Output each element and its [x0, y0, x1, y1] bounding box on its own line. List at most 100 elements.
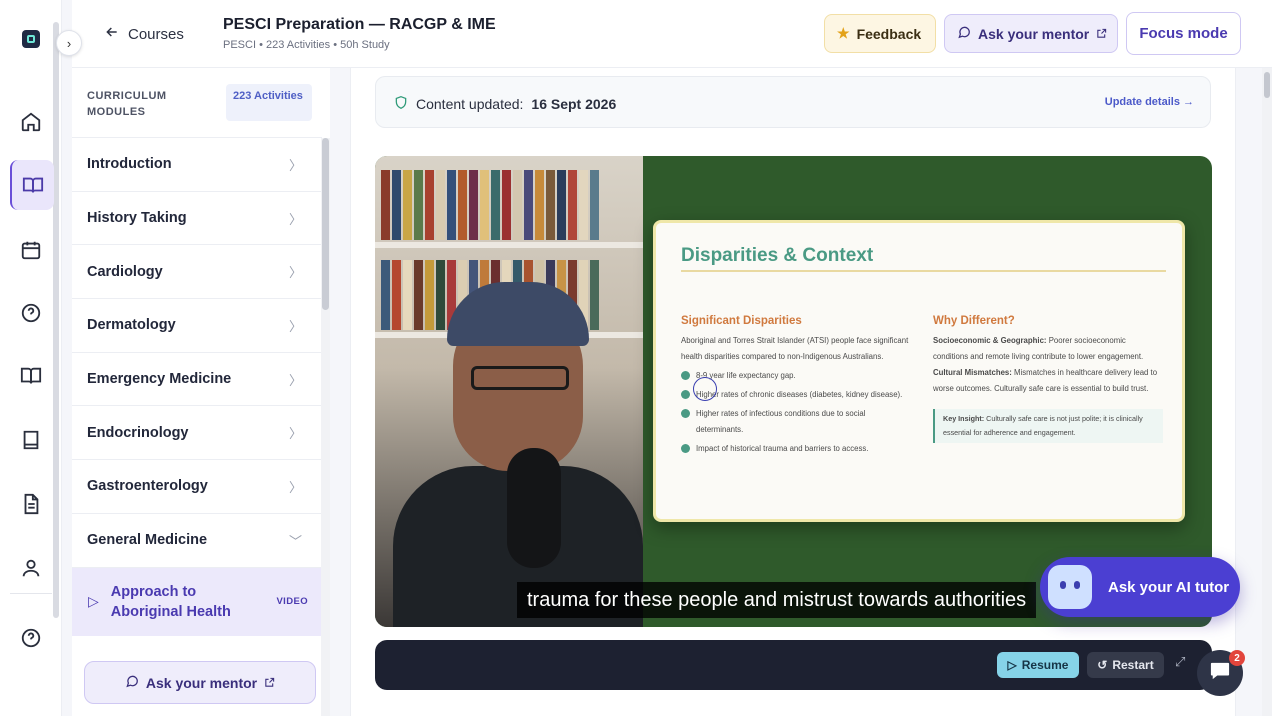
- module-list: Introduction 〉 History Taking 〉 Cardiology…: [72, 138, 322, 636]
- rail-scrollbar[interactable]: [53, 22, 59, 618]
- book-open-icon[interactable]: [10, 160, 54, 210]
- external-link-icon: [264, 675, 275, 691]
- slide-paragraph: Aboriginal and Torres Strait Islander (A…: [681, 336, 909, 361]
- module-label: Emergency Medicine: [87, 371, 232, 388]
- ai-tutor-button[interactable]: Ask your AI tutor: [1040, 557, 1240, 617]
- annotation-circle: [693, 377, 717, 401]
- module-label: Introduction: [87, 156, 172, 173]
- video-presenter: [375, 156, 643, 627]
- help-icon[interactable]: [12, 294, 50, 332]
- resume-button[interactable]: ▷ Resume: [997, 652, 1079, 678]
- resume-label: Resume: [1021, 658, 1069, 672]
- content-updated-text: Content updated: 16 Sept 2026: [394, 95, 616, 113]
- slide-bullet-text: Higher rates of chronic diseases (diabet…: [696, 390, 903, 399]
- lesson-type-badge: VIDEO: [276, 596, 308, 607]
- course-title: PESCI Preparation — RACGP & IME: [223, 16, 496, 33]
- feedback-button[interactable]: ★ Feedback: [824, 14, 936, 53]
- shield-icon: [394, 95, 408, 113]
- ai-tutor-label: Ask your AI tutor: [1108, 578, 1230, 596]
- logo-icon[interactable]: [22, 30, 40, 48]
- module-item-expanded[interactable]: General Medicine ﹀: [72, 514, 322, 568]
- help-icon[interactable]: [12, 619, 50, 657]
- sidebar-ask-mentor-button[interactable]: Ask your mentor: [84, 661, 316, 704]
- main-content: Content updated: 16 Sept 2026 Update det…: [350, 68, 1236, 716]
- check-icon: [681, 371, 690, 380]
- robot-icon: [1048, 565, 1092, 609]
- star-icon: ★: [837, 25, 850, 41]
- module-item[interactable]: Introduction 〉: [72, 138, 322, 192]
- activities-count-badge: 223 Activities: [226, 84, 312, 121]
- slide-bullet-text: Impact of historical trauma and barriers…: [696, 444, 869, 453]
- chat-bubble-icon: [957, 25, 971, 42]
- back-to-courses-link[interactable]: Courses: [104, 24, 184, 44]
- chat-icon: [1209, 661, 1231, 686]
- restart-icon: ↺: [1097, 658, 1108, 672]
- slide-bold-label: Socioeconomic & Geographic:: [933, 336, 1047, 345]
- update-details-link[interactable]: Update details →: [1105, 96, 1194, 108]
- slide-bullet: 8-9 year life expectancy gap.: [681, 368, 911, 384]
- restart-button[interactable]: ↺ Restart: [1087, 652, 1164, 678]
- mentor-label: Ask your mentor: [145, 674, 258, 691]
- slide-bullet: Higher rates of infectious conditions du…: [681, 406, 911, 438]
- slide-title: Disparities & Context: [681, 245, 874, 266]
- app: › Courses PESCI Preparation — RACGP & IM…: [0, 0, 1272, 716]
- module-item[interactable]: Gastroenterology 〉: [72, 460, 322, 514]
- play-icon: ▷: [1007, 658, 1017, 672]
- page-scrollbar[interactable]: [1262, 68, 1272, 716]
- play-icon: ▷: [88, 593, 99, 609]
- curriculum-header: CURRICULUM MODULES 223 Activities: [72, 68, 322, 138]
- slide-heading: Why Different?: [933, 315, 1015, 327]
- module-item[interactable]: Emergency Medicine 〉: [72, 353, 322, 407]
- calendar-icon[interactable]: [12, 231, 50, 269]
- check-icon: [681, 409, 690, 418]
- slide-bold-label: Cultural Mismatches:: [933, 368, 1012, 377]
- video-caption: trauma for these people and mistrust tow…: [517, 582, 1037, 618]
- slide-column-right: Why Different? Socioeconomic & Geographi…: [933, 315, 1163, 443]
- active-lesson-item[interactable]: ▷ Approach to Aboriginal Health VIDEO: [72, 567, 322, 636]
- content-updated-prefix: Content updated:: [416, 96, 524, 112]
- slide-bullet: Impact of historical trauma and barriers…: [681, 441, 911, 457]
- module-item[interactable]: Endocrinology 〉: [72, 406, 322, 461]
- fullscreen-icon[interactable]: ⤢: [1175, 654, 1185, 670]
- slide-paragraph: Socioeconomic & Geographic: Poorer socio…: [933, 333, 1163, 365]
- focus-mode-button[interactable]: Focus mode: [1126, 12, 1241, 55]
- restart-label: Restart: [1112, 658, 1154, 672]
- chevron-right-icon: 〉: [288, 211, 302, 227]
- external-link-icon: [1096, 26, 1107, 42]
- home-icon[interactable]: [12, 103, 50, 141]
- module-item[interactable]: Dermatology 〉: [72, 299, 322, 353]
- chevron-right-icon: 〉: [288, 479, 302, 495]
- curriculum-label: CURRICULUM MODULES: [87, 90, 167, 118]
- scrollbar-thumb[interactable]: [322, 138, 329, 310]
- slide-heading: Significant Disparities: [681, 315, 802, 327]
- ask-mentor-button[interactable]: Ask your mentor: [944, 14, 1118, 53]
- module-label: History Taking: [87, 210, 187, 227]
- header: Courses PESCI Preparation — RACGP & IME …: [72, 0, 1272, 68]
- module-label: Cardiology: [87, 263, 163, 280]
- notebook-icon[interactable]: [12, 421, 50, 459]
- scrollbar-thumb[interactable]: [1264, 72, 1270, 98]
- module-label: Endocrinology: [87, 424, 189, 441]
- key-insight-box: Key Insight: Culturally safe care is not…: [933, 409, 1163, 443]
- library-icon[interactable]: [12, 357, 50, 395]
- module-item[interactable]: Cardiology 〉: [72, 245, 322, 300]
- slide-bullet-list: 8-9 year life expectancy gap. Higher rat…: [681, 368, 911, 457]
- bookshelf: [375, 242, 643, 248]
- chevron-right-icon: 〉: [288, 318, 302, 334]
- content-updated-date: 16 Sept 2026: [531, 96, 617, 112]
- module-item[interactable]: History Taking 〉: [72, 192, 322, 246]
- lesson-title: Approach to Aboriginal Health: [110, 583, 231, 620]
- user-icon[interactable]: [12, 549, 50, 587]
- content-updated-banner: Content updated: 16 Sept 2026 Update det…: [375, 76, 1211, 128]
- curriculum-scrollbar[interactable]: [321, 138, 330, 716]
- document-icon[interactable]: [12, 485, 50, 523]
- module-label: Dermatology: [87, 317, 176, 334]
- expand-sidebar-button[interactable]: ›: [56, 30, 82, 56]
- icon-rail: [0, 0, 62, 716]
- course-meta: PESCI • 223 Activities • 50h Study: [223, 39, 390, 51]
- slide-bullet-text: Higher rates of infectious conditions du…: [696, 409, 866, 434]
- insight-label: Key Insight:: [943, 414, 985, 423]
- check-icon: [681, 444, 690, 453]
- slide-paragraph: Cultural Mismatches: Mismatches in healt…: [933, 365, 1163, 397]
- chevron-right-icon: 〉: [288, 372, 302, 388]
